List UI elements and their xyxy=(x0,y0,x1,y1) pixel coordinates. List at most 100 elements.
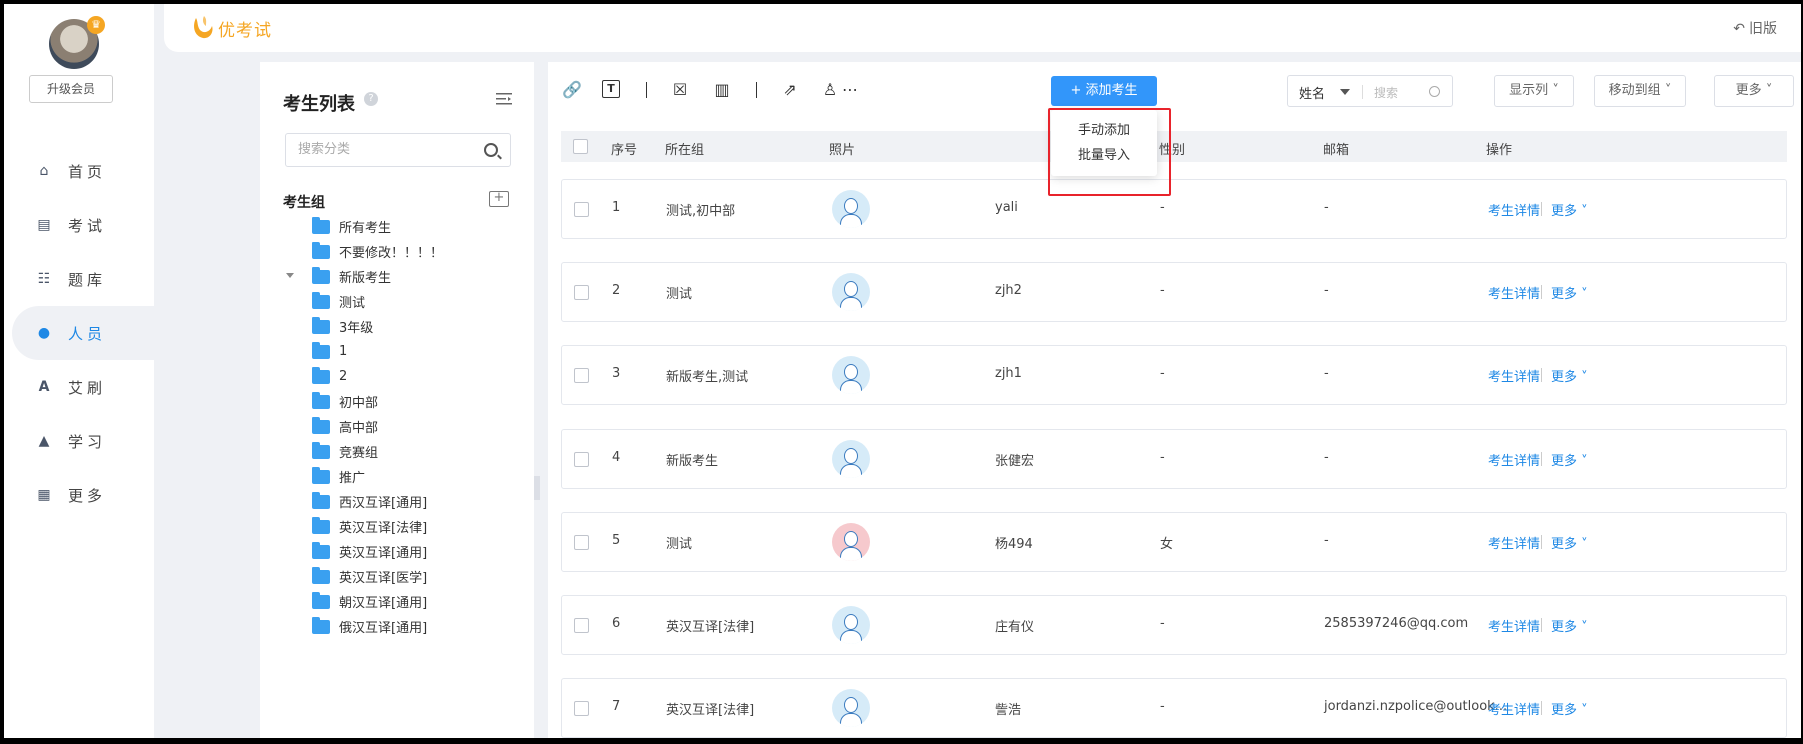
detail-link[interactable]: 考生详情 xyxy=(1488,450,1540,469)
nav-item-home[interactable]: ⌂ 首页 xyxy=(4,144,154,198)
detail-link[interactable]: 考生详情 xyxy=(1488,200,1540,219)
row-more-dropdown[interactable]: 更多 ˅ xyxy=(1551,616,1588,635)
nav-item-study[interactable]: ▲ 学习 xyxy=(4,414,154,468)
tree-item[interactable]: 西汉互译[通用] xyxy=(280,489,520,514)
export-icon[interactable]: ⇗ xyxy=(780,80,800,100)
table-row[interactable]: 1 测试,初中部 yali - - 考生详情 更多 ˅ xyxy=(561,179,1787,239)
group-search-input[interactable]: 搜索分类 xyxy=(285,133,511,167)
nav-item-question-bank[interactable]: ☷ 题库 xyxy=(4,252,154,306)
link-icon[interactable]: 🔗 xyxy=(562,80,582,100)
tree-item-label: 英汉互译[医学] xyxy=(339,571,428,586)
bar-chart-icon[interactable]: ▥ xyxy=(712,80,732,100)
folder-icon xyxy=(312,466,330,484)
tree-item[interactable]: 俄汉互译[通用] xyxy=(280,614,520,639)
select-all-checkbox[interactable] xyxy=(573,139,588,154)
tree-item-label: 所有考生 xyxy=(339,221,392,236)
row-more-dropdown[interactable]: 更多 ˅ xyxy=(1551,533,1588,552)
table-row[interactable]: 2 测试 zjh2 - - 考生详情 更多 ˅ xyxy=(561,262,1787,322)
delete-list-icon[interactable]: ☒ xyxy=(670,80,690,100)
help-icon[interactable]: ? xyxy=(364,92,378,106)
cell-group: 测试 xyxy=(666,537,693,552)
tree-item[interactable]: 英汉互译[医学] xyxy=(280,564,520,589)
chevron-down-icon: ˅ xyxy=(1577,454,1588,469)
table-row[interactable]: 5 测试 杨494 女 - 考生详情 更多 ˅ xyxy=(561,512,1787,572)
toolbar-divider xyxy=(646,82,647,98)
detail-link[interactable]: 考生详情 xyxy=(1488,533,1540,552)
photo-avatar-female-icon xyxy=(832,523,870,561)
table-row[interactable]: 4 新版考生 张健宏 - - 考生详情 更多 ˅ xyxy=(561,429,1787,489)
graduation-cap-icon: ▲ xyxy=(38,433,54,449)
nav-item-exam[interactable]: ▤ 考试 xyxy=(4,198,154,252)
nav-item-more[interactable]: ▦ 更多 xyxy=(4,468,154,522)
row-checkbox[interactable] xyxy=(574,285,589,300)
table-row[interactable]: 7 英汉互译[法律] 訾浩 - jordanzi.nzpolice@outloo… xyxy=(561,678,1787,738)
columns-button[interactable]: 显示列 ˅ xyxy=(1494,75,1574,107)
tree-item[interactable]: 所有考生 xyxy=(280,214,520,239)
row-more-dropdown[interactable]: 更多 ˅ xyxy=(1551,450,1588,469)
row-checkbox[interactable] xyxy=(574,368,589,383)
row-more-dropdown[interactable]: 更多 ˅ xyxy=(1551,366,1588,385)
add-folder-icon[interactable]: + xyxy=(489,191,509,207)
search-field-select[interactable]: 姓名 搜索 xyxy=(1287,75,1453,107)
row-more-label: 更多 xyxy=(1551,703,1578,718)
collapse-panel-icon[interactable] xyxy=(496,92,512,106)
tree-item[interactable]: 1 xyxy=(280,339,520,364)
tree-item[interactable]: 英汉互译[通用] xyxy=(280,539,520,564)
tree-item[interactable]: 推广 xyxy=(280,464,520,489)
user-icon[interactable]: ♙ xyxy=(820,80,840,100)
text-template-icon[interactable]: T xyxy=(602,80,620,98)
tree-item[interactable]: 朝汉互译[通用] xyxy=(280,589,520,614)
row-more-dropdown[interactable]: 更多 ˅ xyxy=(1551,200,1588,219)
tree-item[interactable]: 竞赛组 xyxy=(280,439,520,464)
cell-index: 5 xyxy=(612,533,621,548)
folder-icon xyxy=(312,366,330,384)
expand-arrow-icon[interactable] xyxy=(286,273,294,278)
annotation-highlight-box xyxy=(1048,108,1171,196)
more-dots-icon[interactable]: ⋯ xyxy=(840,80,860,100)
table-row[interactable]: 6 英汉互译[法律] 庄有仪 - 2585397246@qq.com 考生详情 … xyxy=(561,595,1787,655)
more-button[interactable]: 更多 ˅ xyxy=(1714,75,1794,107)
old-version-link[interactable]: ↶ 旧版 xyxy=(1733,18,1777,38)
row-checkbox[interactable] xyxy=(574,535,589,550)
search-icon[interactable] xyxy=(1429,86,1440,97)
tree-item-label: 3年级 xyxy=(339,321,374,336)
row-checkbox[interactable] xyxy=(574,202,589,217)
chevron-down-icon: ˅ xyxy=(1577,370,1588,385)
search-input[interactable]: 搜索 xyxy=(1374,84,1398,101)
row-more-dropdown[interactable]: 更多 ˅ xyxy=(1551,699,1588,718)
folder-icon xyxy=(312,416,330,434)
tree-item[interactable]: 初中部 xyxy=(280,389,520,414)
add-examinee-label: 添加考生 xyxy=(1085,83,1138,98)
row-checkbox[interactable] xyxy=(574,452,589,467)
photo-avatar-icon xyxy=(832,273,870,311)
move-to-group-button[interactable]: 移动到组 ˅ xyxy=(1594,75,1686,107)
exam-icon: ▤ xyxy=(37,217,55,233)
cell-gender: - xyxy=(1160,616,1165,631)
tree-item-label: 俄汉互译[通用] xyxy=(339,621,428,636)
tree-item[interactable]: 3年级 xyxy=(280,314,520,339)
row-more-dropdown[interactable]: 更多 ˅ xyxy=(1551,283,1588,302)
detail-link[interactable]: 考生详情 xyxy=(1488,366,1540,385)
detail-link[interactable]: 考生详情 xyxy=(1488,699,1540,718)
row-checkbox[interactable] xyxy=(574,618,589,633)
sidebar: ♛ 升级会员 ⌂ 首页 ▤ 考试 ☷ 题库 ● 人员 A 艾刷 ▲ 学习 ▦ 更… xyxy=(4,4,154,738)
tree-item[interactable]: 不要修改！！！！ xyxy=(280,239,520,264)
tree-item[interactable]: 2 xyxy=(280,364,520,389)
detail-link[interactable]: 考生详情 xyxy=(1488,283,1540,302)
group-panel: 考生列表 ? 搜索分类 考生组 + 所有考生 不要修改！！！！ 新版考生 测试 … xyxy=(260,62,534,738)
nav-item-aishua[interactable]: A 艾刷 xyxy=(4,360,154,414)
tree-item[interactable]: 测试 xyxy=(280,289,520,314)
row-checkbox[interactable] xyxy=(574,701,589,716)
nav-item-people[interactable]: ● 人员 xyxy=(12,306,154,360)
search-icon[interactable] xyxy=(484,143,498,157)
cell-gender: 女 xyxy=(1160,537,1174,552)
tree-item[interactable]: 新版考生 xyxy=(280,264,520,289)
panel-resize-handle[interactable] xyxy=(534,476,540,500)
cell-name: 庄有仪 xyxy=(995,620,1035,635)
upgrade-member-button[interactable]: 升级会员 xyxy=(29,75,113,103)
tree-item[interactable]: 高中部 xyxy=(280,414,520,439)
table-row[interactable]: 3 新版考生,测试 zjh1 - - 考生详情 更多 ˅ xyxy=(561,345,1787,405)
tree-item[interactable]: 英汉互译[法律] xyxy=(280,514,520,539)
detail-link[interactable]: 考生详情 xyxy=(1488,616,1540,635)
add-examinee-button[interactable]: + 添加考生 xyxy=(1051,76,1157,106)
